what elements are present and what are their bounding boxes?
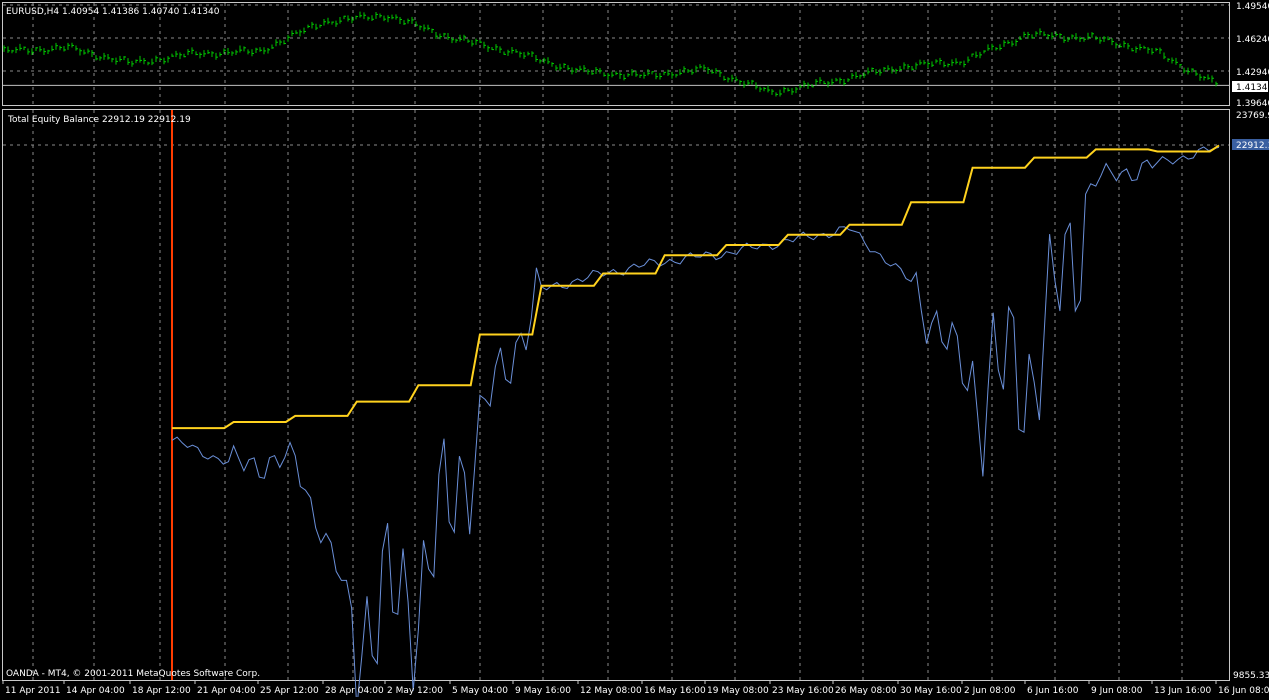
time-axis-label: 11 Apr 2011: [5, 686, 61, 696]
current-price-value: 1.41340: [1236, 83, 1269, 93]
time-axis-label: 18 Apr 12:00: [132, 686, 191, 696]
time-axis-label: 30 May 16:00: [900, 686, 962, 696]
price-panel-header: EURUSD,H4 1.40954 1.41386 1.40740 1.4134…: [6, 7, 220, 17]
price-panel-frame: [2, 2, 1230, 106]
price-axis-label: 1.46240: [1236, 35, 1269, 45]
time-axis-label: 26 May 08:00: [835, 686, 897, 696]
time-axis-label: 2 May 12:00: [387, 686, 443, 696]
copyright-text: OANDA - MT4, © 2001-2011 MetaQuotes Soft…: [6, 669, 260, 679]
time-axis-label: 19 May 08:00: [707, 686, 769, 696]
equity-series-line: [171, 146, 1220, 700]
terminal-chart-window[interactable]: EURUSD,H4 1.40954 1.41386 1.40740 1.4134…: [0, 0, 1269, 700]
time-axis-label: 25 Apr 12:00: [260, 686, 319, 696]
equity-axis-top-label: 23769.9: [1236, 111, 1269, 121]
equity-current-value: 22912.1: [1236, 141, 1269, 151]
equity-panel-header: Total Equity Balance 22912.19 22912.19: [7, 115, 191, 125]
time-axis-label: 16 Jun 08:00: [1218, 686, 1269, 696]
price-axis-label: 1.49540: [1236, 2, 1269, 12]
time-axis-label: 5 May 04:00: [452, 686, 508, 696]
equity-panel-frame: [2, 109, 1230, 681]
equity-axis-bottom-label: 9855.33: [1233, 671, 1269, 681]
time-axis: 11 Apr 2011 14 Apr 04:00 18 Apr 12:00 21 Ap…: [2, 681, 1269, 696]
time-axis-label: 23 May 16:00: [772, 686, 834, 696]
price-axis: 1.49540 1.46240 1.42940 1.39640 1.41340: [1232, 2, 1269, 109]
equity-lines: [171, 110, 1220, 700]
time-axis-label: 13 Jun 16:00: [1154, 686, 1211, 696]
grid-lines: [3, 3, 1229, 680]
price-axis-label: 1.39640: [1236, 99, 1269, 109]
time-axis-label: 9 Jun 08:00: [1091, 686, 1143, 696]
chart-canvas[interactable]: EURUSD,H4 1.40954 1.41386 1.40740 1.4134…: [0, 0, 1269, 700]
time-axis-label: 2 Jun 08:00: [964, 686, 1016, 696]
time-axis-label: 12 May 08:00: [580, 686, 642, 696]
price-axis-label: 1.42940: [1236, 68, 1269, 78]
time-axis-label: 9 May 16:00: [515, 686, 571, 696]
time-axis-label: 14 Apr 04:00: [66, 686, 125, 696]
time-axis-label: 28 Apr 04:00: [325, 686, 384, 696]
time-axis-label: 16 May 16:00: [644, 686, 706, 696]
price-bars: [3, 11, 1229, 97]
equity-axis: 23769.9 22912.1 9855.33: [1232, 111, 1269, 681]
time-axis-label: 6 Jun 16:00: [1027, 686, 1079, 696]
time-axis-label: 21 Apr 04:00: [197, 686, 256, 696]
